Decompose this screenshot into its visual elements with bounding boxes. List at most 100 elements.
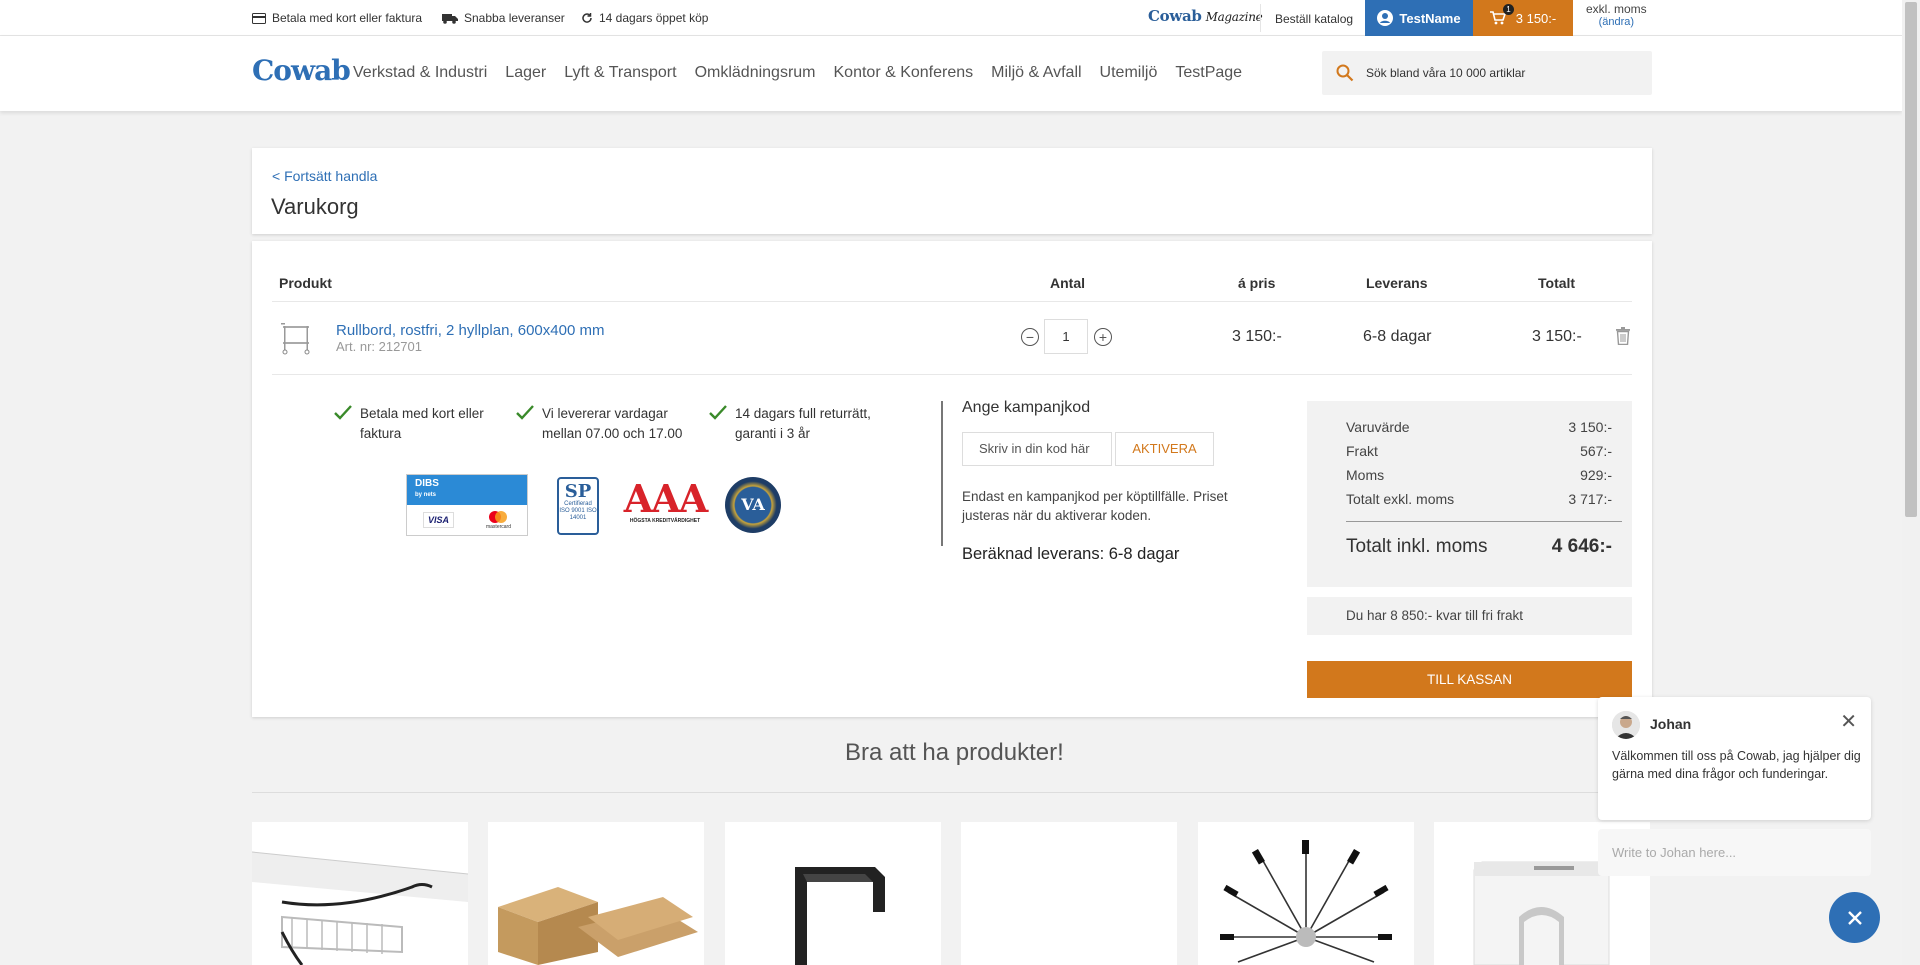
catalog-link[interactable]: Beställ katalog: [1275, 12, 1353, 26]
summary-label: Moms: [1346, 467, 1385, 483]
logo[interactable]: Cowab: [252, 54, 351, 87]
product-name-link[interactable]: Rullbord, rostfri, 2 hyllplan, 600x400 m…: [336, 322, 604, 339]
agent-avatar-icon: [1612, 711, 1640, 739]
cart-button[interactable]: 1 3 150:-: [1473, 0, 1573, 36]
vat-change-link[interactable]: (ändra): [1586, 16, 1647, 29]
feature-payment: Betala med kort eller faktura: [334, 404, 504, 444]
magazine-link[interactable]: Cowab Magazine: [1148, 7, 1263, 25]
checkout-button[interactable]: TILL KASSAN: [1307, 661, 1632, 698]
nav-item-verkstad[interactable]: Verkstad & Industri: [353, 64, 487, 82]
nav-item-lager[interactable]: Lager: [505, 64, 546, 82]
close-icon: [1847, 910, 1862, 925]
quantity-decrease-button[interactable]: −: [1021, 328, 1039, 346]
summary-row: Frakt 567:-: [1346, 443, 1612, 459]
summary-total-value: 4 646:-: [1551, 536, 1612, 557]
summary-value: 3 150:-: [1568, 419, 1612, 435]
user-icon: [1377, 10, 1394, 26]
campaign-note: Endast en kampanjkod per köptillfälle. P…: [962, 489, 1228, 523]
aaa-credit-logo: AAA HÖGSTA KREDITVÄRDIGHET: [620, 476, 710, 525]
credit-card-icon: [252, 12, 266, 24]
magazine-script: Magazine: [1205, 10, 1263, 24]
product-image: [252, 851, 468, 965]
nav-item-omkladningsrum[interactable]: Omklädningsrum: [695, 64, 816, 82]
order-summary: Varuvärde 3 150:- Frakt 567:- Moms 929:- To…: [1307, 401, 1632, 587]
feature-return-label: 14 dagars full returrätt, garanti i 3 år: [735, 406, 871, 441]
vat-mode: exkl. moms: [1586, 2, 1647, 16]
quantity-increase-button[interactable]: +: [1094, 328, 1112, 346]
truck-icon: [442, 13, 458, 24]
top-bar: Betala med kort eller faktura Snabba lev…: [0, 0, 1902, 36]
product-image: [795, 867, 885, 965]
main-header: Cowab Verkstad & Industri Lager Lyft & T…: [0, 36, 1902, 111]
campaign-code-input[interactable]: Skriv in din kod här: [962, 432, 1112, 466]
scrollbar-thumb[interactable]: [1905, 2, 1917, 517]
vertical-divider: [941, 401, 943, 546]
nav-item-kontor[interactable]: Kontor & Konferens: [834, 64, 974, 82]
usp-delivery-label: Snabba leveranser: [464, 11, 565, 25]
campaign-title: Ange kampanjkod: [962, 399, 1091, 416]
delivery-time: 6-8 dagar: [1363, 328, 1432, 345]
checkmark-icon: [516, 405, 534, 420]
dibs-payment-logo: DIBS by nets VISA mastercard: [406, 474, 528, 536]
summary-row: Varuvärde 3 150:-: [1346, 419, 1612, 435]
user-account-button[interactable]: TestName: [1365, 0, 1473, 36]
product-card[interactable]: [488, 822, 704, 965]
summary-divider: [1346, 521, 1622, 522]
dibs-label: DIBS: [415, 478, 439, 489]
refresh-icon: [582, 13, 592, 23]
col-header-unit-price: á pris: [1238, 275, 1276, 291]
visa-logo: VISA: [422, 512, 454, 528]
search-input[interactable]: Sök bland våra 10 000 artiklar: [1322, 51, 1652, 95]
cart-count-badge: 1: [1503, 4, 1514, 15]
feature-delivery-label: Vi levererar vardagar mellan 07.00 och 1…: [542, 406, 683, 441]
product-thumbnail[interactable]: [279, 320, 313, 356]
table-divider: [272, 301, 1632, 302]
aaa-sub-label: HÖGSTA KREDITVÄRDIGHET: [629, 518, 701, 524]
va-badge-logo: VA: [725, 477, 781, 533]
scrollbar[interactable]: [1902, 0, 1920, 965]
chat-input[interactable]: Write to Johan here...: [1598, 829, 1871, 876]
usp-return-label: 14 dagars öppet köp: [599, 11, 709, 25]
mastercard-icon: [489, 511, 508, 523]
row-total: 3 150:-: [1532, 328, 1582, 345]
product-article-number: Art. nr: 212701: [336, 339, 422, 354]
divider: [1260, 4, 1261, 32]
chat-agent-name: Johan: [1650, 716, 1692, 732]
search-placeholder: Sök bland våra 10 000 artiklar: [1366, 66, 1526, 80]
usp-payment-label: Betala med kort eller faktura: [272, 11, 423, 25]
nav-item-testpage[interactable]: TestPage: [1175, 64, 1242, 82]
free-shipping-notice: Du har 8 850:- kvar till fri frakt: [1307, 597, 1632, 635]
activate-button[interactable]: AKTIVERA: [1115, 432, 1214, 466]
product-card[interactable]: [961, 822, 1177, 965]
summary-row: Moms 929:-: [1346, 467, 1612, 483]
magazine-brand: Cowab: [1148, 7, 1202, 25]
feature-payment-label: Betala med kort eller faktura: [360, 406, 484, 441]
unit-price: 3 150:-: [1232, 328, 1282, 345]
summary-value: 3 717:-: [1568, 491, 1612, 507]
summary-label: Frakt: [1346, 443, 1378, 459]
nav-item-lyft[interactable]: Lyft & Transport: [564, 64, 676, 82]
quantity-input[interactable]: 1: [1044, 319, 1088, 354]
recommended-title: Bra att ha produkter!: [845, 739, 1064, 766]
sp-certification-logo: SP Certifierad ISO 9001 ISO 14001: [557, 477, 599, 535]
summary-label: Totalt exkl. moms: [1346, 491, 1455, 507]
product-card[interactable]: [725, 822, 941, 965]
vat-toggle: exkl. moms (ändra): [1586, 3, 1647, 29]
nav-item-miljo[interactable]: Miljö & Avfall: [991, 64, 1081, 82]
section-divider: [252, 792, 1652, 793]
product-card[interactable]: [1198, 822, 1414, 965]
checkmark-icon: [709, 405, 727, 420]
trash-icon[interactable]: [1616, 327, 1630, 345]
sp-sub-label: Certifierad ISO 9001 ISO 14001: [559, 501, 597, 521]
mastercard-logo: mastercard: [486, 510, 511, 530]
product-card[interactable]: [252, 822, 468, 965]
dibs-sub-label: by nets: [415, 492, 437, 498]
aaa-label: AAA: [623, 476, 708, 521]
usp-payment: Betala med kort eller faktura: [252, 0, 422, 36]
chat-popup: Johan ✕ Välkommen till oss på Cowab, jag…: [1598, 697, 1871, 820]
nav-item-utemiljo[interactable]: Utemiljö: [1100, 64, 1158, 82]
close-icon[interactable]: ✕: [1840, 712, 1857, 732]
chat-toggle-button[interactable]: [1829, 892, 1880, 943]
product-image: [1220, 840, 1392, 963]
continue-shopping-link[interactable]: < Fortsätt handla: [272, 168, 377, 184]
